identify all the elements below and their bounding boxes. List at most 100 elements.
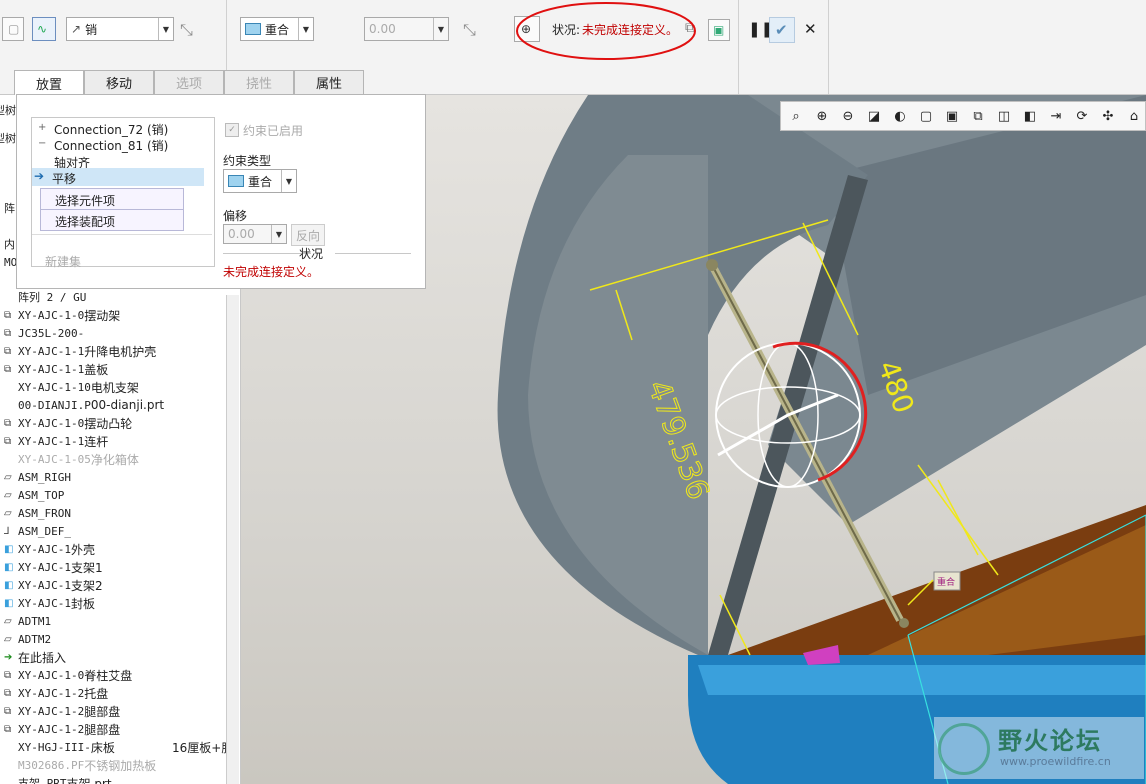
flip-direction-icon[interactable]: ⤡ xyxy=(180,20,193,40)
chevron-down-icon[interactable]: ▼ xyxy=(281,170,296,192)
constraint-type-dropdown[interactable]: 重合 ▼ xyxy=(240,17,314,41)
panel-constraint-type-dropdown[interactable]: 重合 ▼ xyxy=(223,169,297,193)
tree-item-name: 外壳 xyxy=(70,542,95,557)
connection-81[interactable]: Connection_81 (销) xyxy=(54,137,168,154)
connection-type-value: 销 xyxy=(85,22,98,37)
tree-item-id: XY-AJC-1-1 xyxy=(18,344,85,358)
chevron-down-icon[interactable]: ▼ xyxy=(433,18,448,40)
tree-item-id: 00-DIANJI.P xyxy=(18,398,91,412)
tree-item[interactable]: XY-HGJ-III- 床板 16厘板+胳 xyxy=(4,738,233,756)
tree-item[interactable]: ⧉ XY-AJC-1-1 升降电机护壳 xyxy=(4,342,156,360)
chevron-down-icon[interactable]: ▼ xyxy=(271,225,286,243)
tree-item[interactable]: ⧉ XY-AJC-1-2 腿部盘 xyxy=(4,720,120,738)
tree-item[interactable]: ◧ XY-AJC-1 封板 xyxy=(4,594,95,612)
tree-item[interactable]: ➔ 在此插入 xyxy=(4,648,66,666)
tree-item-name: 摆动凸轮 xyxy=(84,416,133,431)
new-set-link[interactable]: 新建集 xyxy=(45,253,81,270)
part-icon: ⧉ xyxy=(4,669,12,681)
set-translate-row[interactable]: ➔ 平移 xyxy=(32,168,204,186)
tab-1[interactable]: 移动 xyxy=(84,70,154,94)
watermark-url: www.proewildfire.cn xyxy=(1000,755,1111,768)
tab-4[interactable]: 属性 xyxy=(294,70,364,94)
tree-item[interactable]: 00-DIANJI.P 00-dianji.prt xyxy=(4,396,164,414)
connection-flip-dropdown[interactable]: ↗ 销 ▼ xyxy=(66,17,174,41)
status-section-label: 状况 xyxy=(299,247,324,261)
tree-item[interactable]: 阵列 2 / GU xyxy=(4,288,86,306)
tree-item[interactable]: M302686.PF 不锈钢加热板 xyxy=(4,756,156,774)
tree-item[interactable]: ⧉ XY-AJC-1-0 脊柱艾盘 xyxy=(4,666,132,684)
select-assembly-collector[interactable]: 选择装配项 xyxy=(40,209,184,231)
tab-0[interactable]: 放置 xyxy=(14,70,84,95)
saved-views-icon[interactable]: ▣ xyxy=(943,107,961,125)
tree-item[interactable]: 支架.PRT 支架.prt xyxy=(4,774,112,784)
tree-item[interactable]: ◧ XY-AJC-1 支架1 xyxy=(4,558,103,576)
tree-item-id: XY-AJC-1-05 xyxy=(18,452,91,466)
tree-item-id: JC35L-200- xyxy=(18,326,85,340)
copy-icon[interactable]: ▢ xyxy=(2,17,24,41)
perspective-icon[interactable]: ◫ xyxy=(995,107,1013,125)
tree-item[interactable]: ⧉ XY-AJC-1-1 连杆 xyxy=(4,432,108,450)
tree-item-id: XY-AJC-1-2 xyxy=(18,704,85,718)
spin-center-icon[interactable]: ⟳ xyxy=(1073,107,1091,125)
tree-item[interactable]: ▱ ADTM2 xyxy=(4,630,51,648)
tree-item[interactable]: ▱ ADTM1 xyxy=(4,612,51,630)
ok-button[interactable]: ✔ xyxy=(769,17,795,43)
tree-item[interactable]: ▱ ASM_FRON xyxy=(4,504,71,522)
tree-item[interactable]: ⧉ XY-AJC-1-2 腿部盘 xyxy=(4,702,120,720)
tab-2: 选项 xyxy=(154,70,224,94)
reorient-icon[interactable]: ◪ xyxy=(865,107,883,125)
tree-item[interactable]: ⅃ ASM_DEF_ xyxy=(4,522,71,540)
csys-display-icon[interactable]: ⌂ xyxy=(1125,107,1143,125)
chevron-down-icon[interactable]: ▼ xyxy=(158,18,173,40)
coincident-icon xyxy=(245,23,261,35)
tree-item[interactable]: XY-AJC-1-05 净化箱体 xyxy=(4,450,139,468)
tree-item[interactable]: ▱ ASM_RIGH xyxy=(4,468,71,486)
surface-icon: ◧ xyxy=(4,579,14,591)
tree-item[interactable]: ⧉ XY-AJC-1-0 摆动架 xyxy=(4,306,120,324)
close-icon[interactable]: ✕ xyxy=(804,20,817,38)
tree-item[interactable]: ⧉ XY-AJC-1-0 摆动凸轮 xyxy=(4,414,132,432)
part-icon: ⧉ xyxy=(4,417,12,429)
expand-icon[interactable]: + xyxy=(38,122,46,133)
select-component-collector[interactable]: 选择元件项 xyxy=(40,188,184,210)
tree-item[interactable]: ▱ ASM_TOP xyxy=(4,486,64,504)
plane-icon: ▱ xyxy=(4,615,12,627)
offset-label: 偏移 xyxy=(223,209,248,223)
tree-item[interactable]: ⧉ XY-AJC-1-1 盖板 xyxy=(4,360,108,378)
tree-item-name: 支架2 xyxy=(70,578,103,593)
connection-type-icon[interactable]: ∿ xyxy=(32,17,56,41)
tree-item[interactable]: ⧉ XY-AJC-1-2 托盘 xyxy=(4,684,108,702)
connection-72[interactable]: Connection_72 (销) xyxy=(54,121,168,138)
plane-display-icon[interactable]: ◧ xyxy=(1021,107,1039,125)
display-style-icon[interactable]: ▢ xyxy=(917,107,935,125)
tree-item[interactable]: ◧ XY-AJC-1 支架2 xyxy=(4,576,103,594)
tree-scrollbar[interactable] xyxy=(226,295,239,784)
panel-constraint-type-value: 重合 xyxy=(248,174,273,189)
chevron-down-icon[interactable]: ▼ xyxy=(298,18,313,40)
appearance-icon[interactable]: ◐ xyxy=(891,107,909,125)
watermark-title: 野火论坛 xyxy=(998,727,1102,755)
panel-offset-input[interactable]: 0.00 ▼ xyxy=(223,224,287,244)
view-manager-icon[interactable]: ⧉ xyxy=(969,107,987,125)
tree-item[interactable]: ◧ XY-AJC-1 外壳 xyxy=(4,540,95,558)
flip-offset-icon[interactable]: ⤡ xyxy=(463,20,476,40)
tree-item[interactable]: XY-AJC-1-10 电机支架 xyxy=(4,378,139,396)
tree-item-id: XY-AJC-1-2 xyxy=(18,686,85,700)
collapse-icon[interactable]: − xyxy=(38,138,46,149)
preview-window-icon[interactable]: ▣ xyxy=(708,19,730,41)
zoom-out-icon[interactable]: ⊖ xyxy=(839,107,857,125)
coincident-tag[interactable]: 重合 xyxy=(937,576,955,588)
flip-button[interactable]: 反向 xyxy=(291,224,325,246)
tree-item-id: XY-AJC-1 xyxy=(18,542,71,556)
tree-item-id: XY-HGJ-III- xyxy=(18,740,91,754)
constraint-enabled-checkbox[interactable]: ✓ xyxy=(225,123,239,137)
axis-display-icon[interactable]: ⇥ xyxy=(1047,107,1065,125)
annotation-display-icon[interactable]: ✣ xyxy=(1099,107,1117,125)
tree-item-name: 净化箱体 xyxy=(90,452,139,467)
refit-icon[interactable]: ⌕ xyxy=(787,107,805,125)
tree-item[interactable]: ⧉ JC35L-200- xyxy=(4,324,84,342)
plane-icon: ▱ xyxy=(4,471,12,483)
zoom-in-icon[interactable]: ⊕ xyxy=(813,107,831,125)
offset-input[interactable]: 0.00 ▼ xyxy=(364,17,449,41)
pin-icon: ↗ xyxy=(71,22,82,36)
